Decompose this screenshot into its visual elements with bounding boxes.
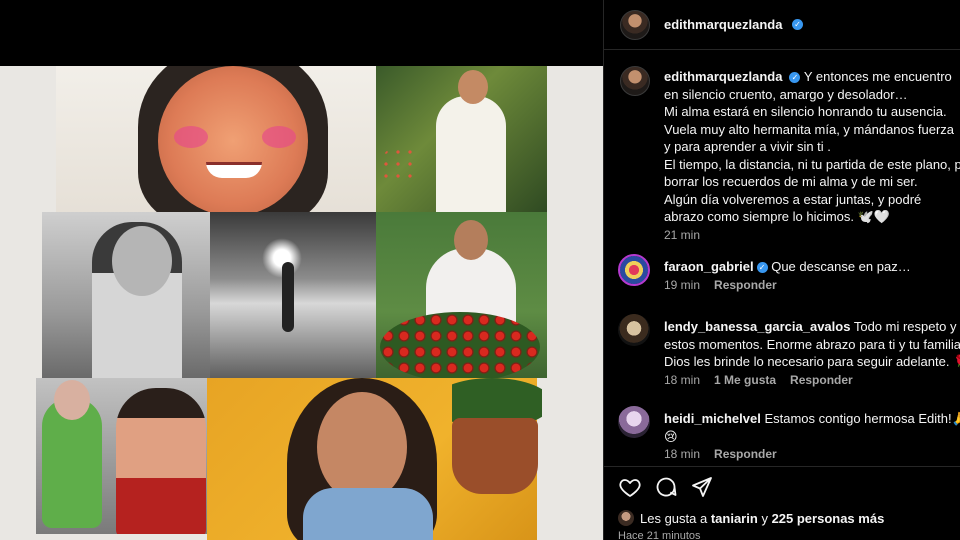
comment-body: heidi_michelvel Estamos contigo hermosa …: [664, 410, 960, 464]
liker-username[interactable]: taniarin: [711, 511, 758, 526]
caption-avatar[interactable]: [620, 66, 650, 96]
likes-count[interactable]: 225 personas más: [772, 511, 885, 526]
liker-avatar: [618, 510, 634, 526]
collage-photo-flower-pot: [452, 378, 542, 498]
caption-username[interactable]: edithmarquezlanda: [664, 69, 782, 84]
caption-time: 21 min: [664, 227, 701, 242]
comment-icon[interactable]: [654, 475, 678, 499]
collage-photo-mother-child: [36, 378, 210, 534]
commenter-username[interactable]: lendy_banessa_garcia_avalos: [664, 319, 850, 334]
post-actions-bar: [604, 466, 960, 500]
caption-text: Y entonces me encuentro en silencio crue…: [664, 69, 960, 224]
comment-text: Que descanse en paz…: [771, 259, 911, 274]
post-header: edithmarquezlanda ✓: [604, 0, 960, 50]
author-avatar[interactable]: [620, 10, 650, 40]
collage-photo-sunset-silhouette: [210, 212, 376, 378]
reply-button[interactable]: Responder: [714, 447, 777, 461]
likes-summary[interactable]: Les gusta a taniarin y 225 personas más: [618, 510, 884, 526]
caption-body: edithmarquezlanda ✓ Y entonces me encuent…: [664, 68, 960, 244]
comment-body: faraon_gabriel ✓ Que descanse en paz… 19 …: [664, 258, 960, 294]
post-media[interactable]: [0, 0, 603, 540]
commenter-avatar[interactable]: [618, 314, 650, 346]
collage-photo-black-white-laughing: [42, 212, 210, 378]
verified-badge-icon: ✓: [789, 72, 801, 83]
comments-panel: edithmarquezlanda ✓ edithmarquezlanda ✓ Y…: [603, 0, 960, 540]
heart-icon[interactable]: [618, 475, 642, 499]
collage-photo-red-roses: [376, 212, 547, 378]
collage-photo-smiling-portrait: [56, 66, 376, 212]
post-timestamp: Hace 21 minutos: [618, 530, 701, 540]
commenter-avatar[interactable]: [618, 406, 650, 438]
commenter-avatar[interactable]: [618, 254, 650, 286]
verified-badge-icon: ✓: [792, 19, 803, 30]
author-username[interactable]: edithmarquezlanda: [664, 17, 782, 32]
commenter-username[interactable]: heidi_michelvel: [664, 411, 761, 426]
commenter-username[interactable]: faraon_gabriel: [664, 259, 754, 274]
share-icon[interactable]: [690, 475, 714, 499]
reply-button[interactable]: Responder: [714, 278, 777, 292]
comment-time: 18 min: [664, 447, 701, 461]
comment-time: 18 min: [664, 372, 701, 387]
comment-body: lendy_banessa_garcia_avalos Todo mi resp…: [664, 318, 960, 389]
comment-time: 19 min: [664, 277, 701, 292]
reply-button[interactable]: Responder: [790, 373, 853, 387]
comment-likes[interactable]: 1 Me gusta: [714, 373, 776, 387]
collage-photo-white-dress-garden: [376, 66, 547, 212]
verified-badge-icon: ✓: [756, 262, 768, 273]
